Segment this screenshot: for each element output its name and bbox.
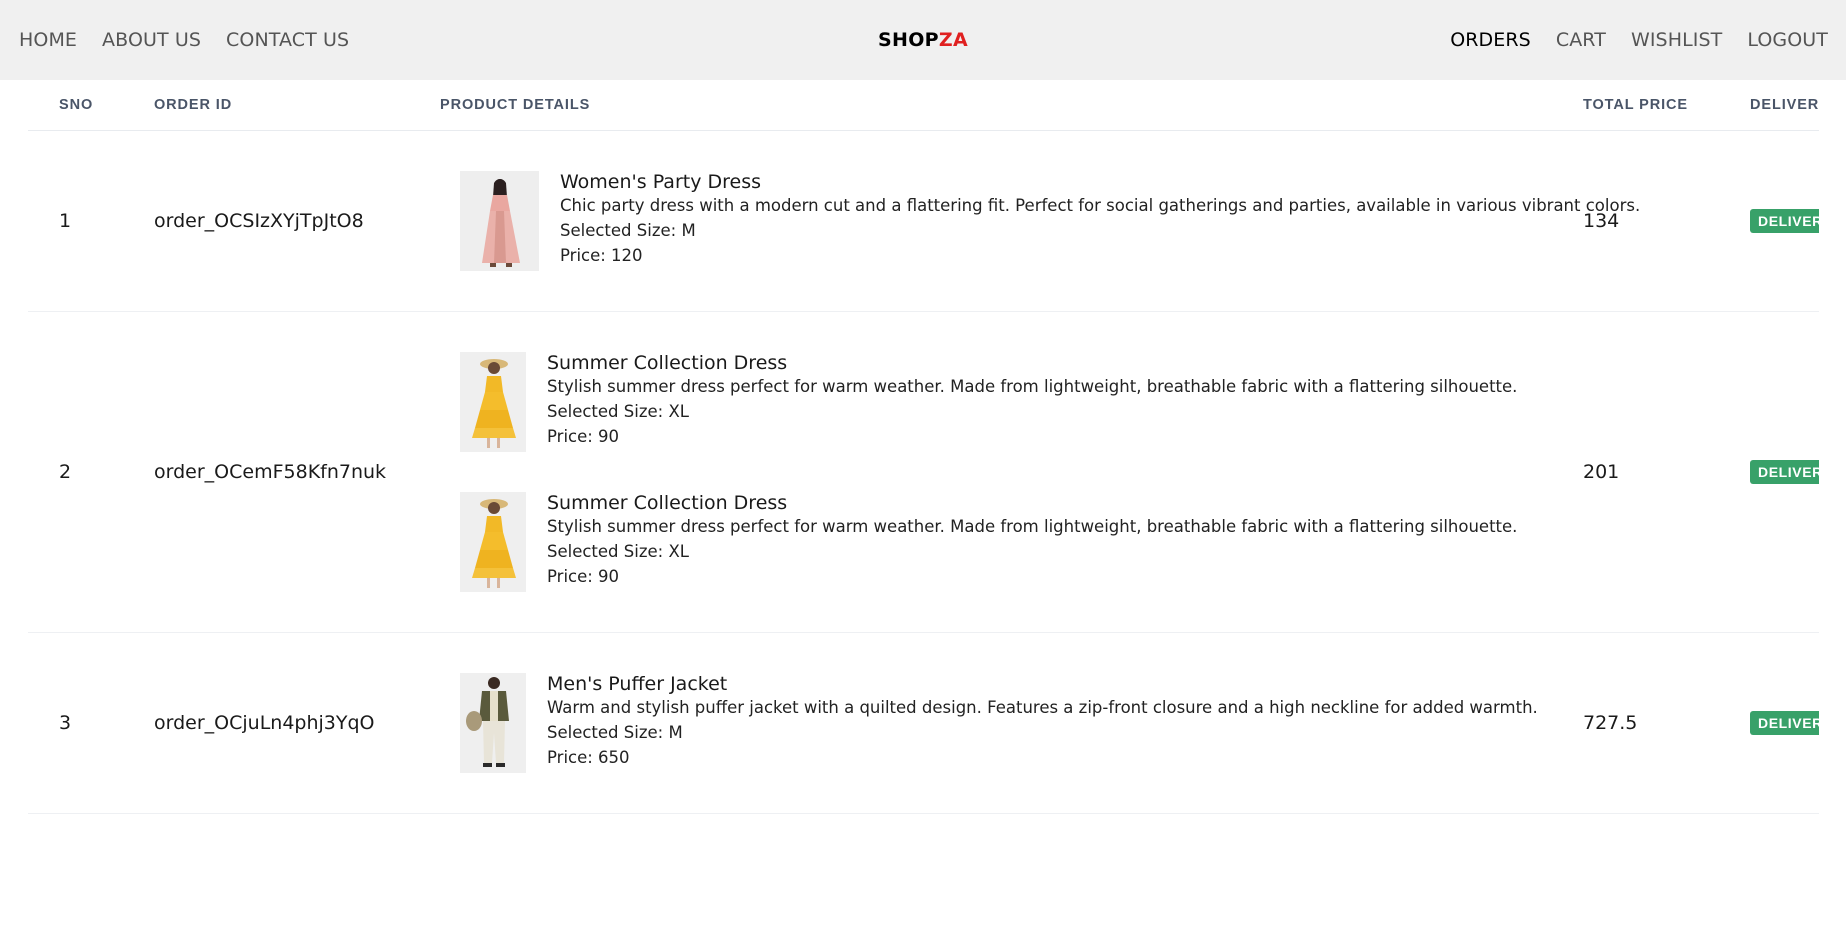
- product-item: Summer Collection Dress Stylish summer d…: [460, 492, 1610, 592]
- row-total-price: 201: [1583, 461, 1620, 483]
- brand-accent: ZA: [938, 29, 968, 51]
- row-order-id: order_OCSIzXYjTpJtO8: [154, 210, 364, 232]
- product-list: Summer Collection Dress Stylish summer d…: [460, 352, 1610, 592]
- nav-link-logout[interactable]: LOGOUT: [1747, 29, 1828, 51]
- column-header-total-price: TOTAL PRICE: [1583, 97, 1688, 113]
- brand-primary: SHOP: [878, 29, 939, 51]
- pink-dress-photo-icon[interactable]: [460, 171, 539, 271]
- nav-left: HOME ABOUT US CONTACT US: [19, 0, 374, 80]
- product-list: Men's Puffer Jacket Warm and stylish puf…: [460, 673, 1610, 773]
- status-badge: DELIVER: [1750, 711, 1819, 735]
- product-info: Women's Party Dress Chic party dress wit…: [560, 171, 1640, 268]
- status-badge: DELIVER: [1750, 460, 1819, 484]
- table-row: 1 order_OCSIzXYjTpJtO8 Women's Party Dre…: [28, 131, 1819, 312]
- nav-link-cart[interactable]: CART: [1556, 29, 1606, 51]
- column-header-order-id: ORDER ID: [154, 97, 233, 113]
- product-size: Selected Size: M: [547, 723, 683, 742]
- table-row: 3 order_OCjuLn4phj3YqO Men's Puffer Jack…: [28, 633, 1819, 814]
- product-size: Selected Size: XL: [547, 542, 689, 561]
- product-info: Summer Collection Dress Stylish summer d…: [547, 352, 1517, 449]
- column-header-delivery: DELIVER: [1750, 97, 1819, 113]
- product-name: Summer Collection Dress: [547, 492, 788, 514]
- product-price: Price: 120: [560, 246, 643, 265]
- yellow-dress-photo-icon[interactable]: [460, 492, 526, 592]
- row-order-id: order_OCemF58Kfn7nuk: [154, 461, 387, 483]
- table-row: 2 order_OCemF58Kfn7nuk Summer Collection…: [28, 312, 1819, 633]
- nav-right: ORDERS CART WISHLIST LOGOUT: [1425, 0, 1828, 80]
- row-total-price: 134: [1583, 210, 1620, 232]
- nav-link-orders[interactable]: ORDERS: [1450, 29, 1531, 51]
- product-item: Summer Collection Dress Stylish summer d…: [460, 352, 1610, 452]
- row-sno: 3: [59, 712, 72, 734]
- nav-link-about-us[interactable]: ABOUT US: [102, 29, 201, 51]
- product-size: Selected Size: XL: [547, 402, 689, 421]
- status-badge-cell: DELIVER: [1750, 312, 1819, 632]
- product-item: Women's Party Dress Chic party dress wit…: [460, 171, 1640, 271]
- product-name: Women's Party Dress: [560, 171, 762, 193]
- row-sno: 2: [59, 461, 72, 483]
- nav-link-home[interactable]: HOME: [19, 29, 77, 51]
- product-price: Price: 650: [547, 748, 630, 767]
- nav-link-contact-us[interactable]: CONTACT US: [226, 29, 349, 51]
- product-description: Stylish summer dress perfect for warm we…: [547, 517, 1518, 536]
- product-name: Men's Puffer Jacket: [547, 673, 728, 695]
- status-badge-cell: DELIVER: [1750, 131, 1819, 311]
- status-badge-cell: DELIVER: [1750, 633, 1819, 813]
- product-name: Summer Collection Dress: [547, 352, 788, 374]
- table-header: SNO ORDER ID PRODUCT DETAILS TOTAL PRICE…: [28, 80, 1819, 131]
- product-price: Price: 90: [547, 427, 620, 446]
- product-description: Stylish summer dress perfect for warm we…: [547, 377, 1518, 396]
- navbar: SHOP ZA HOME ABOUT US CONTACT US ORDERS C…: [0, 0, 1846, 80]
- status-badge: DELIVER: [1750, 209, 1819, 233]
- column-header-sno: SNO: [59, 97, 94, 113]
- nav-link-wishlist[interactable]: WISHLIST: [1631, 29, 1722, 51]
- row-order-id: order_OCjuLn4phj3YqO: [154, 712, 375, 734]
- row-total-price: 727.5: [1583, 712, 1638, 734]
- product-list: Women's Party Dress Chic party dress wit…: [460, 171, 1640, 271]
- product-price: Price: 90: [547, 567, 620, 586]
- column-header-product-details: PRODUCT DETAILS: [440, 97, 591, 113]
- product-description: Warm and stylish puffer jacket with a qu…: [547, 698, 1538, 717]
- yellow-dress-photo-icon[interactable]: [460, 352, 526, 452]
- puffer-jacket-photo-icon[interactable]: [460, 673, 526, 773]
- product-size: Selected Size: M: [560, 221, 696, 240]
- product-description: Chic party dress with a modern cut and a…: [560, 196, 1641, 215]
- product-info: Summer Collection Dress Stylish summer d…: [547, 492, 1517, 589]
- row-sno: 1: [59, 210, 72, 232]
- product-item: Men's Puffer Jacket Warm and stylish puf…: [460, 673, 1610, 773]
- orders-table: SNO ORDER ID PRODUCT DETAILS TOTAL PRICE…: [28, 80, 1819, 820]
- product-info: Men's Puffer Jacket Warm and stylish puf…: [547, 673, 1538, 770]
